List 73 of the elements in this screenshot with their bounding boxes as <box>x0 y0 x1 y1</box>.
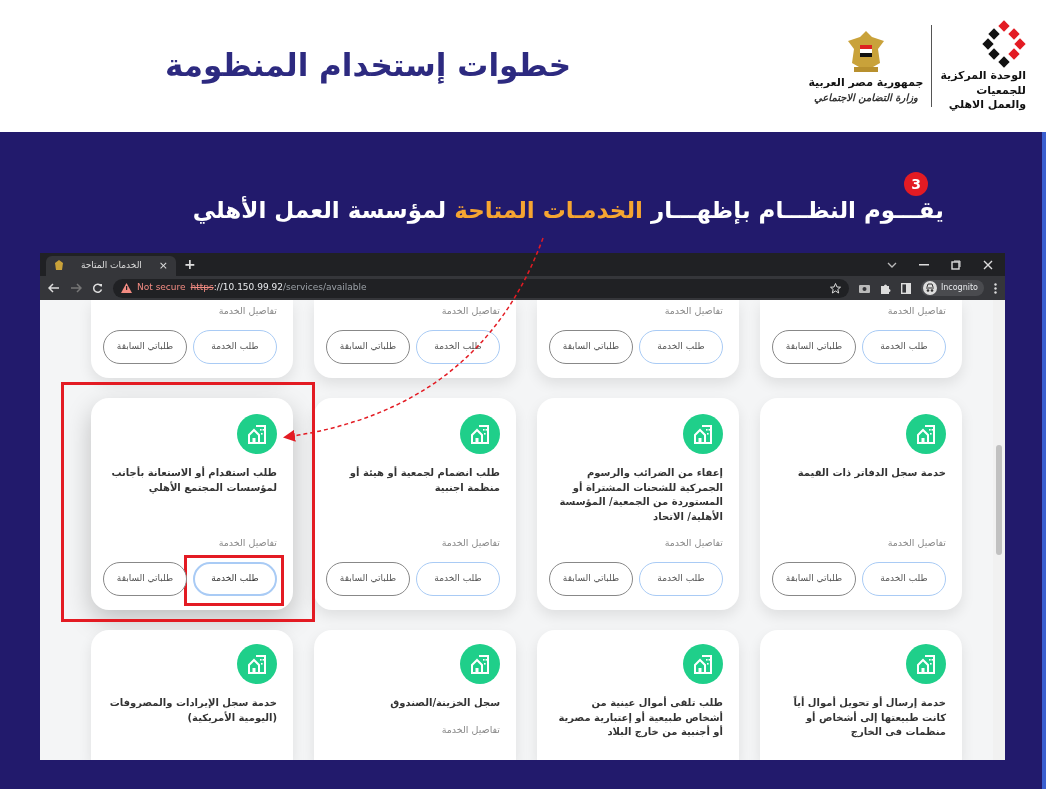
unit-name: والعمل الاهلي <box>948 99 1026 112</box>
ministry-name: وزارة التضامن الاجتماعي <box>814 91 918 104</box>
request-service-button[interactable]: طلب الخدمة <box>639 562 723 596</box>
service-details-link[interactable]: تفاصيل الخدمة <box>330 525 500 550</box>
service-title: سجل الخزينة/الصندوق <box>389 696 500 711</box>
building-icon <box>906 644 946 684</box>
star-icon[interactable] <box>829 282 841 294</box>
building-icon <box>906 414 946 454</box>
previous-requests-button[interactable]: طلباتي السابقة <box>103 330 187 364</box>
request-service-button[interactable]: طلب الخدمة <box>862 562 946 596</box>
address-bar[interactable]: Not secure https://10.150.99.92/services/available <box>113 278 849 298</box>
slide-title: خطوات إستخدام المنظومة <box>165 47 572 85</box>
previous-requests-button[interactable]: طلباتي السابقة <box>772 562 856 596</box>
service-title: طلب استقدام أو الاستعانة بأجانب لمؤسسات المجتمع الأهلي <box>110 466 277 495</box>
incognito-avatar-icon <box>922 281 937 295</box>
browser-tab[interactable]: الخدمات المتاحة × <box>46 256 176 276</box>
sidebar-icon[interactable] <box>900 282 911 294</box>
service-title: خدمة إرسال أو تحويل أموال أياً كانت طبيعتها إلى أشخاص أو منظمات فى الخارج <box>792 696 946 740</box>
building-icon <box>460 644 500 684</box>
favicon-icon <box>54 260 64 272</box>
previous-requests-button[interactable]: طلباتي السابقة <box>772 330 856 364</box>
step-heading: يقـــوم النظـــام بإظهـــار الخدمـات المتاحة لمؤسسة العمل الأهلي <box>192 195 944 226</box>
warning-icon <box>121 283 132 293</box>
back-arrow-icon[interactable] <box>48 283 60 293</box>
previous-requests-button[interactable]: طلباتي السابقة <box>103 562 187 596</box>
service-details-link[interactable]: تفاصيل الخدمة <box>553 525 723 550</box>
service-details-link[interactable]: تفاصيل الخدمة <box>330 722 500 737</box>
service-title: إعفاء من الضرائب والرسوم الجمركية للشحنات المشتراة أو المستوردة من الجمعية/ المؤسسة الأهلية/ الاتحاد <box>558 466 723 524</box>
puzzle-icon[interactable] <box>879 282 891 294</box>
scrollbar-thumb[interactable] <box>996 445 1002 555</box>
service-details-link[interactable]: تفاصيل الخدمة <box>553 303 723 318</box>
unit-logo-icon <box>982 20 1026 69</box>
service-title: طلب انضمام لجمعية أو هيئة أو منظمة اجنبية <box>348 466 500 495</box>
service-title: خدمة سجل الدفاتر ذات القيمة <box>796 466 946 481</box>
unit-name: الوحدة المركزية <box>940 70 1026 83</box>
service-details-link[interactable]: تفاصيل الخدمة <box>330 303 500 318</box>
service-details-link[interactable]: تفاصيل الخدمة <box>776 525 946 550</box>
new-tab-button[interactable]: + <box>184 254 196 275</box>
previous-requests-button[interactable]: طلباتي السابقة <box>326 562 410 596</box>
service-title: خدمة سجل الإيرادات والمصروفات (اليومية الأمريكية) <box>108 696 277 725</box>
previous-requests-button[interactable]: طلباتي السابقة <box>549 330 633 364</box>
building-icon <box>237 644 277 684</box>
unit-name: للجمعيات <box>976 84 1026 98</box>
menu-icon[interactable] <box>994 282 997 294</box>
ministry-name: جمهورية مصر العربية <box>808 76 924 90</box>
request-service-button[interactable]: طلب الخدمة <box>416 562 500 596</box>
minimize-icon[interactable] <box>919 263 929 266</box>
service-details-link[interactable]: تفاصيل الخدمة <box>776 303 946 318</box>
request-service-button[interactable]: طلب الخدمة <box>193 562 277 596</box>
service-title: طلب تلقى أموال عينية من أشخاص طبيعية أو إعتبارية مصرية أو أجنبية من خارج البلاد <box>557 696 723 740</box>
building-icon <box>683 414 723 454</box>
previous-requests-button[interactable]: طلباتي السابقة <box>326 330 410 364</box>
building-icon <box>237 414 277 454</box>
url-text: https://10.150.99.92/services/available <box>190 281 367 295</box>
forward-arrow-icon[interactable] <box>70 283 82 293</box>
request-service-button[interactable]: طلب الخدمة <box>639 330 723 364</box>
request-service-button[interactable]: طلب الخدمة <box>862 330 946 364</box>
scrollbar[interactable] <box>993 300 1005 760</box>
service-details-link[interactable]: تفاصيل الخدمة <box>107 303 277 318</box>
camera-icon[interactable] <box>858 283 870 293</box>
building-icon <box>683 644 723 684</box>
close-icon[interactable] <box>983 259 993 270</box>
restore-icon[interactable] <box>951 259 961 270</box>
reload-icon[interactable] <box>92 282 103 294</box>
request-service-button[interactable]: طلب الخدمة <box>416 330 500 364</box>
previous-requests-button[interactable]: طلباتي السابقة <box>549 562 633 596</box>
service-details-link[interactable]: تفاصيل الخدمة <box>107 525 277 550</box>
request-service-button[interactable]: طلب الخدمة <box>193 330 277 364</box>
chevron-down-icon[interactable] <box>887 261 897 268</box>
security-warning: Not secure <box>137 281 186 295</box>
profile-button[interactable]: Incognito <box>920 280 984 296</box>
building-icon <box>460 414 500 454</box>
step-number-badge: 3 <box>904 172 928 196</box>
